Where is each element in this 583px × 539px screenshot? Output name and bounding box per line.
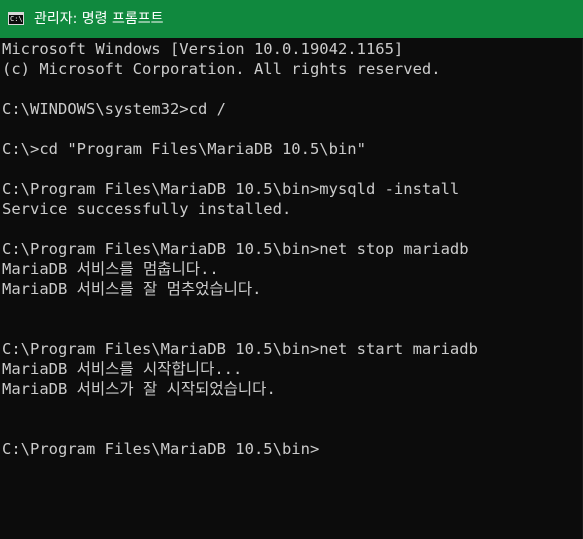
console-line: Microsoft Windows [Version 10.0.19042.11… xyxy=(2,40,404,58)
console-line: (c) Microsoft Corporation. All rights re… xyxy=(2,60,441,78)
console-line: MariaDB 서비스가 잘 시작되었습니다. xyxy=(2,380,276,398)
console-line: C:\Program Files\MariaDB 10.5\bin>net st… xyxy=(2,340,478,358)
console-line: MariaDB 서비스를 잘 멈추었습니다. xyxy=(2,280,262,298)
console-line: C:\Program Files\MariaDB 10.5\bin>net st… xyxy=(2,240,469,258)
console-line: C:\>cd "Program Files\MariaDB 10.5\bin" xyxy=(2,140,366,158)
console-line: C:\WINDOWS\system32>cd / xyxy=(2,100,226,118)
title-bar[interactable]: C:\ 관리자: 명령 프롬프트 xyxy=(0,0,583,38)
command-prompt-window: C:\ 관리자: 명령 프롬프트 Microsoft Windows [Vers… xyxy=(0,0,583,539)
console-line: Service successfully installed. xyxy=(2,200,292,218)
console-line: C:\Program Files\MariaDB 10.5\bin>mysqld… xyxy=(2,180,460,198)
cmd-icon[interactable]: C:\ xyxy=(8,12,24,25)
icon-prompt-glyph: C:\ xyxy=(10,15,23,23)
console-line: C:\Program Files\MariaDB 10.5\bin> xyxy=(2,440,320,458)
window-title: 관리자: 명령 프롬프트 xyxy=(34,11,164,27)
console-line: MariaDB 서비스를 멈춥니다.. xyxy=(2,260,219,278)
console-line: MariaDB 서비스를 시작합니다... xyxy=(2,360,243,378)
console-output[interactable]: Microsoft Windows [Version 10.0.19042.11… xyxy=(2,39,581,537)
